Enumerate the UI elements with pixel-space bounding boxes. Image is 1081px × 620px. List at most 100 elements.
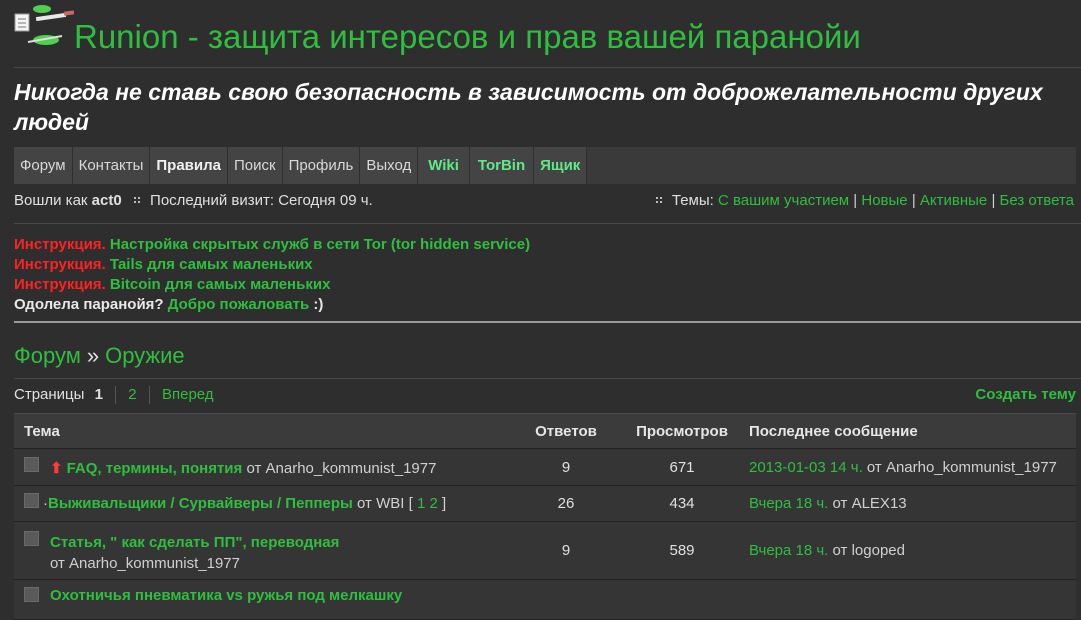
welcome-smile: :) — [313, 296, 324, 313]
views-count: 589 — [669, 542, 695, 559]
topic-cell: Статья, " как сделать ПП", переводная от… — [50, 532, 339, 574]
views-count: 671 — [669, 459, 695, 476]
last-post: Вчера 18 ч. от ALEX13 — [749, 495, 907, 512]
header-divider — [14, 67, 1081, 68]
header-last-post: Последнее сообщение — [749, 423, 918, 440]
welcome-link[interactable]: Добро пожаловать — [168, 296, 309, 313]
last-post-date[interactable]: 2013-01-03 14 ч. — [749, 459, 863, 476]
header-replies: Ответов — [535, 423, 597, 440]
topic-author: от WBI — [357, 495, 405, 512]
topics-active-link[interactable]: Активные — [920, 192, 987, 209]
user-bar: Вошли как act0 Последний визит: Сегодня … — [14, 192, 1074, 214]
site-logo-icon[interactable] — [12, 2, 74, 50]
topic-cell: ·Выживальщики / Сурвайверы / Пепперы от … — [43, 495, 446, 512]
notice-link-tor[interactable]: Настройка скрытых служб в сети Tor (tor … — [110, 236, 530, 253]
topic-status-icon — [24, 457, 39, 472]
userbar-divider — [14, 223, 1081, 224]
topic-cell: Охотничья пневматика vs ружья под мелкаш… — [50, 587, 402, 604]
logged-in-label: Вошли как — [14, 192, 88, 209]
page-current: 1 — [94, 386, 103, 403]
separator: | — [991, 192, 996, 209]
topics-with-you-link[interactable]: С вашим участием — [718, 192, 849, 209]
header-topic: Тема — [24, 423, 60, 440]
site-tagline: Никогда не ставь свою безопасность в зав… — [14, 79, 1043, 135]
breadcrumb-current[interactable]: Оружие — [105, 343, 185, 368]
topic-page-link[interactable]: 2 — [429, 495, 437, 512]
last-post-author: от logoped — [832, 542, 905, 559]
topic-table: Тема Ответов Просмотров Последнее сообще… — [14, 413, 1076, 620]
main-nav: Форум Контакты Правила Поиск Профиль Вых… — [14, 147, 1076, 184]
up-arrow-icon: ⬆ — [50, 460, 63, 477]
topics-filter: Темы: С вашим участием | Новые | Активны… — [648, 192, 1074, 209]
nav-logout[interactable]: Выход — [360, 147, 419, 184]
announcements: Инструкция. Настройка скрытых служб в се… — [14, 235, 530, 315]
nav-search[interactable]: Поиск — [227, 147, 283, 184]
last-post: 2013-01-03 14 ч. от Anarho_kommunist_197… — [749, 459, 1057, 476]
pages-label: Страницы — [14, 386, 85, 403]
notice-bitcoin: Инструкция. Bitcoin для самых маленьких — [14, 275, 530, 295]
site-title[interactable]: Runion - защита интересов и прав вашей п… — [74, 18, 861, 56]
topic-link[interactable]: FAQ, термины, понятия — [67, 460, 243, 477]
table-row: ·Выживальщики / Сурвайверы / Пепперы от … — [14, 486, 1076, 522]
welcome-line: Одолела паранойя? Добро пожаловать :) — [14, 295, 530, 315]
breadcrumb-separator: » — [86, 343, 100, 368]
replies-count: 9 — [561, 459, 571, 476]
breadcrumb-divider — [14, 378, 1081, 379]
replies-count: 9 — [561, 542, 571, 559]
notice-tor-hidden-service: Инструкция. Настройка скрытых служб в се… — [14, 235, 530, 255]
topic-author: от Anarho_kommunist_1977 — [246, 460, 437, 477]
topic-link[interactable]: Выживальщики / Сурвайверы / Пепперы — [48, 495, 353, 512]
table-row: Охотничья пневматика vs ружья под мелкаш… — [14, 580, 1076, 620]
topic-page-link[interactable]: 1 — [417, 495, 425, 512]
separator: | — [853, 192, 858, 209]
topic-link[interactable]: Охотничья пневматика vs ружья под мелкаш… — [50, 587, 402, 604]
nav-rules[interactable]: Правила — [150, 147, 228, 184]
notice-prefix: Инструкция. — [14, 276, 106, 293]
separator: | — [911, 192, 916, 209]
table-row: ⬆ FAQ, термины, понятия от Anarho_kommuni… — [14, 449, 1076, 486]
last-visit: Последний визит: Сегодня 09 ч. — [150, 192, 373, 209]
nav-profile[interactable]: Профиль — [282, 147, 361, 184]
topic-author: от Anarho_kommunist_1977 — [50, 555, 240, 572]
table-header: Тема Ответов Просмотров Последнее сообще… — [14, 414, 1076, 449]
notices-divider — [14, 321, 1081, 323]
grip-dots-icon — [655, 197, 662, 204]
notice-link-bitcoin[interactable]: Bitcoin для самых маленьких — [110, 276, 331, 293]
topic-status-icon — [24, 531, 39, 546]
topic-link[interactable]: Статья, " как сделать ПП", переводная — [50, 534, 339, 551]
topics-new-link[interactable]: Новые — [861, 192, 907, 209]
pagination: Страницы 1 2 Вперед Создать тему — [14, 386, 1076, 406]
notice-prefix: Инструкция. — [14, 256, 106, 273]
last-post-date[interactable]: Вчера 18 ч. — [749, 542, 828, 559]
page-2-link[interactable]: 2 — [128, 386, 136, 403]
table-row: Статья, " как сделать ПП", переводная от… — [14, 522, 1076, 580]
nav-torbin[interactable]: TorBin — [469, 147, 535, 184]
topics-label: Темы: — [671, 192, 714, 209]
grip-dots-icon — [133, 197, 140, 204]
page-bracket: ] — [441, 495, 447, 512]
header-views: Просмотров — [636, 423, 728, 440]
last-post: Вчера 18 ч. от logoped — [749, 542, 905, 559]
separator — [115, 386, 117, 405]
nav-forum[interactable]: Форум — [14, 147, 73, 184]
notice-tails: Инструкция. Tails для самых маленьких — [14, 255, 530, 275]
breadcrumb: Форум» Оружие — [14, 343, 185, 369]
nav-wiki[interactable]: Wiki — [418, 147, 470, 184]
username: act0 — [91, 192, 122, 209]
last-post-date[interactable]: Вчера 18 ч. — [749, 495, 828, 512]
nav-contacts[interactable]: Контакты — [72, 147, 151, 184]
create-topic-button[interactable]: Создать тему — [975, 386, 1076, 403]
last-post-author: от ALEX13 — [832, 495, 907, 512]
replies-count: 26 — [557, 495, 575, 512]
last-post-author: от Anarho_kommunist_1977 — [866, 459, 1057, 476]
topics-unanswered-link[interactable]: Без ответа — [1000, 192, 1074, 209]
topic-status-icon — [24, 493, 39, 508]
welcome-text: Одолела паранойя? — [14, 296, 164, 313]
notice-link-tails[interactable]: Tails для самых маленьких — [110, 256, 313, 273]
next-page-link[interactable]: Вперед — [162, 386, 214, 403]
notice-prefix: Инструкция. — [14, 236, 106, 253]
breadcrumb-forum[interactable]: Форум — [14, 343, 81, 368]
nav-mailbox[interactable]: Ящик — [534, 147, 588, 184]
topic-status-icon — [24, 587, 39, 602]
views-count: 434 — [669, 495, 695, 512]
